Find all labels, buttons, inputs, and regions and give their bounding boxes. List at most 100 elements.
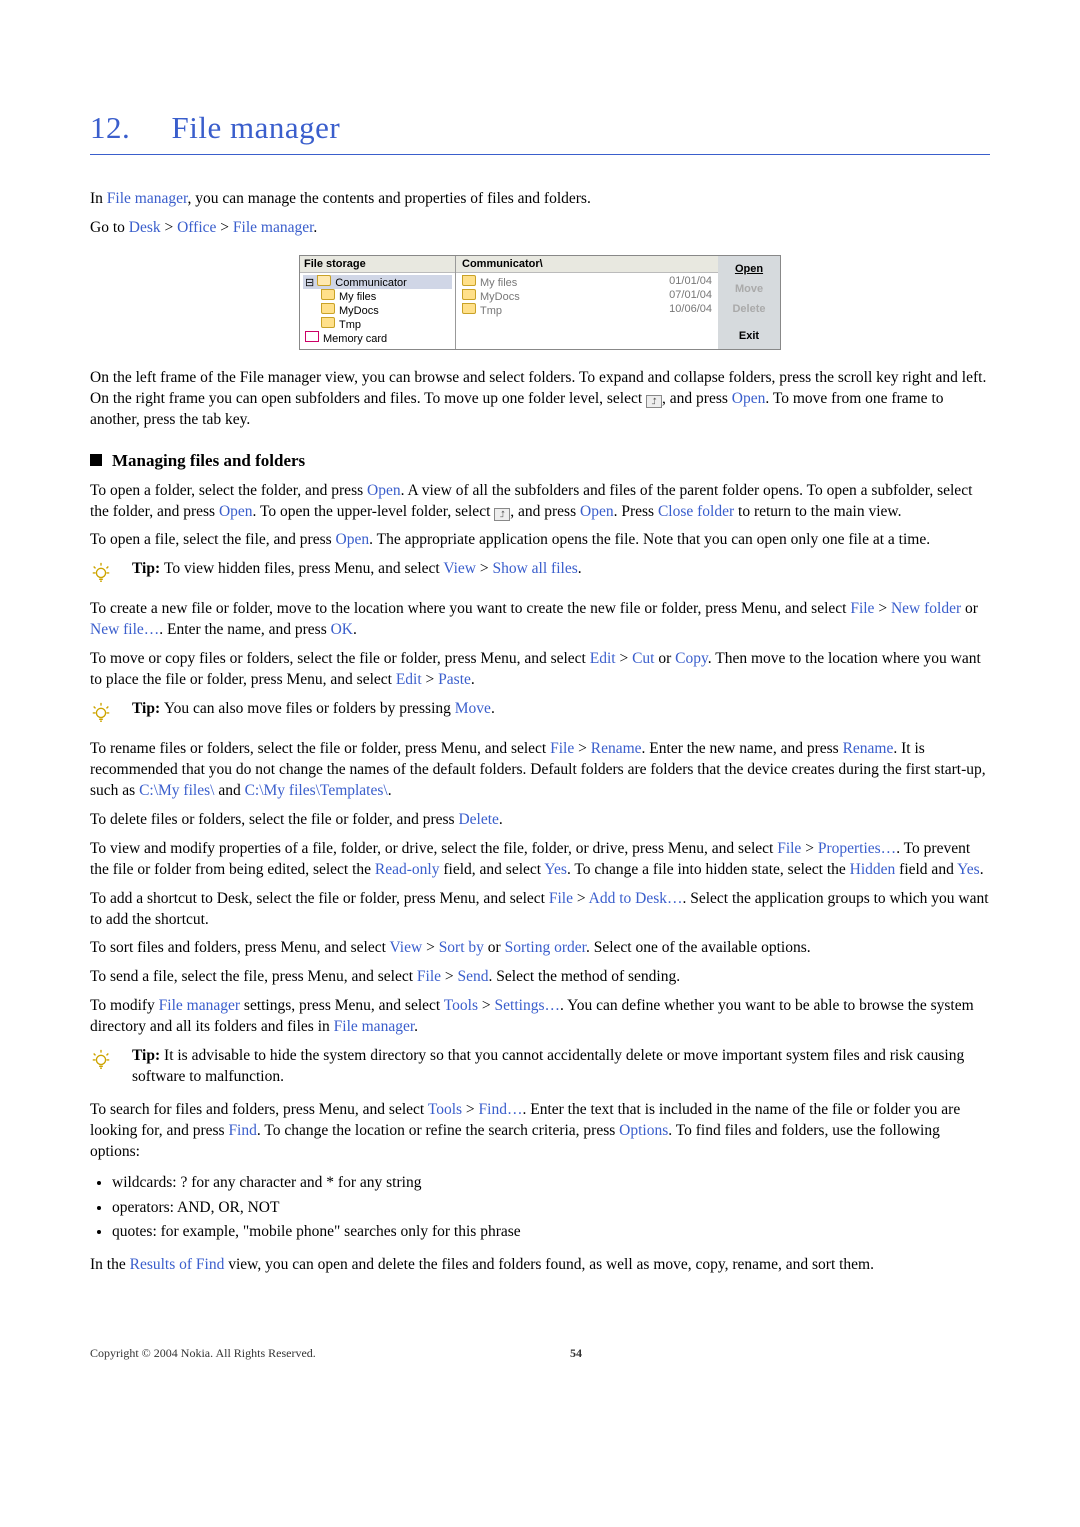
chapter-divider: [90, 154, 990, 155]
folder-icon: [321, 289, 335, 300]
memory-card-icon: [305, 331, 319, 342]
list-item: Tmp10/06/04: [462, 303, 712, 317]
ss-open-button: Open: [721, 259, 777, 279]
adddesk-paragraph: To add a shortcut to Desk, select the fi…: [90, 889, 990, 931]
tip-block-2: Tip: You can also move files or folders …: [90, 699, 990, 727]
tip-text: Tip: To view hidden files, press Menu, a…: [132, 559, 990, 580]
copyright-text: Copyright © 2004 Nokia. All Rights Reser…: [90, 1346, 570, 1361]
link-delete: Delete: [458, 811, 498, 828]
link-file: File: [549, 890, 573, 907]
link-rename: Rename: [843, 740, 894, 757]
ss-tree-root: ⊟ Communicator: [303, 275, 452, 289]
tip-block-1: Tip: To view hidden files, press Menu, a…: [90, 559, 990, 587]
mgmt-paragraph-2: To open a file, select the file, and pre…: [90, 530, 990, 551]
link-file: File: [850, 600, 874, 617]
list-item: MyDocs07/01/04: [462, 289, 712, 303]
link-send: Send: [458, 968, 489, 985]
link-results-of-find: Results of Find: [130, 1256, 225, 1273]
props-paragraph: To view and modify properties of a file,…: [90, 839, 990, 881]
file-manager-screenshot: File storage ⊟ Communicator My files MyD…: [299, 255, 781, 350]
ss-mid-header: Communicator\: [456, 256, 718, 273]
page-number: 54: [570, 1346, 990, 1361]
list-item: quotes: for example, "mobile phone" sear…: [112, 1220, 990, 1245]
tip-block-3: Tip: It is advisable to hide the system …: [90, 1046, 990, 1088]
delete-paragraph: To delete files or folders, select the f…: [90, 810, 990, 831]
link-path: C:\My files\Templates\: [245, 782, 388, 799]
link-find: Find: [228, 1122, 256, 1139]
link-file-manager: File manager: [107, 190, 188, 207]
link-move: Move: [455, 700, 491, 717]
up-folder-icon: ⮥: [646, 395, 662, 408]
link-new-file: New file…: [90, 621, 159, 638]
link-sort-by: Sort by: [439, 939, 484, 956]
link-rename: Rename: [591, 740, 642, 757]
link-new-folder: New folder: [891, 600, 961, 617]
link-open: Open: [732, 390, 766, 407]
after-screenshot-paragraph: On the left frame of the File manager vi…: [90, 368, 990, 431]
tip-icon: [90, 699, 132, 727]
link-sorting-order: Sorting order: [505, 939, 586, 956]
ss-tree-card: Memory card: [303, 331, 452, 345]
section-title-managing: Managing files and folders: [90, 451, 990, 471]
link-tools: Tools: [444, 997, 478, 1014]
page-footer: Copyright © 2004 Nokia. All Rights Reser…: [90, 1346, 990, 1361]
folder-icon: [321, 317, 335, 328]
link-yes: Yes: [957, 861, 980, 878]
link-file: File: [550, 740, 574, 757]
ss-left-pane: File storage ⊟ Communicator My files MyD…: [300, 256, 456, 349]
link-edit: Edit: [590, 650, 616, 667]
link-settings: Settings…: [495, 997, 560, 1014]
link-ok: OK: [331, 621, 353, 638]
ss-tree-item: My files: [303, 289, 452, 303]
link-close-folder: Close folder: [658, 503, 734, 520]
link-file: File: [417, 968, 441, 985]
send-paragraph: To send a file, select the file, press M…: [90, 967, 990, 988]
ss-softkeys: Open Move Delete Exit: [718, 256, 780, 349]
link-file-manager: File manager: [159, 997, 240, 1014]
settings-paragraph: To modify File manager settings, press M…: [90, 996, 990, 1038]
ss-exit-button: Exit: [721, 326, 777, 346]
ss-file-list: My files01/01/04 MyDocs07/01/04 Tmp10/06…: [456, 273, 718, 319]
list-item: operators: AND, OR, NOT: [112, 1196, 990, 1221]
ss-left-header: File storage: [300, 256, 455, 273]
ss-tree-item: MyDocs: [303, 303, 452, 317]
ss-delete-button: Delete: [721, 299, 777, 319]
link-view: View: [390, 939, 423, 956]
link-properties: Properties…: [818, 840, 896, 857]
link-cut: Cut: [632, 650, 654, 667]
link-path: C:\My files\: [139, 782, 214, 799]
ss-tree-item: Tmp: [303, 317, 452, 331]
folder-icon: [317, 275, 331, 286]
link-add-to-desk: Add to Desk…: [589, 890, 683, 907]
chapter-title: File manager: [172, 110, 341, 145]
create-paragraph: To create a new file or folder, move to …: [90, 599, 990, 641]
link-office: Office: [177, 219, 216, 236]
link-find: Find…: [479, 1101, 523, 1118]
link-desk: Desk: [129, 219, 161, 236]
tip-text: Tip: It is advisable to hide the system …: [132, 1046, 990, 1088]
chapter-number: 12.: [90, 110, 130, 145]
link-open: Open: [219, 503, 253, 520]
list-item: wildcards: ? for any character and * for…: [112, 1171, 990, 1196]
mgmt-paragraph-1: To open a folder, select the folder, and…: [90, 481, 990, 523]
sort-paragraph: To sort files and folders, press Menu, a…: [90, 938, 990, 959]
link-hidden: Hidden: [850, 861, 896, 878]
link-paste: Paste: [438, 671, 471, 688]
chapter-heading: 12. File manager: [90, 110, 990, 146]
link-show-all-files: Show all files: [492, 560, 577, 577]
ss-mid-pane: Communicator\ My files01/01/04 MyDocs07/…: [456, 256, 718, 349]
tip-icon: [90, 559, 132, 587]
find-paragraph: To search for files and folders, press M…: [90, 1100, 990, 1163]
ss-move-button: Move: [721, 279, 777, 299]
intro-paragraph-1: In File manager, you can manage the cont…: [90, 189, 990, 210]
link-edit: Edit: [396, 671, 422, 688]
link-file-manager: File manager: [334, 1018, 415, 1035]
folder-icon: [321, 303, 335, 314]
tip-icon: [90, 1046, 132, 1074]
link-read-only: Read-only: [375, 861, 440, 878]
link-copy: Copy: [675, 650, 708, 667]
link-open: Open: [580, 503, 614, 520]
link-yes: Yes: [544, 861, 567, 878]
list-item: My files01/01/04: [462, 275, 712, 289]
link-open: Open: [367, 482, 401, 499]
